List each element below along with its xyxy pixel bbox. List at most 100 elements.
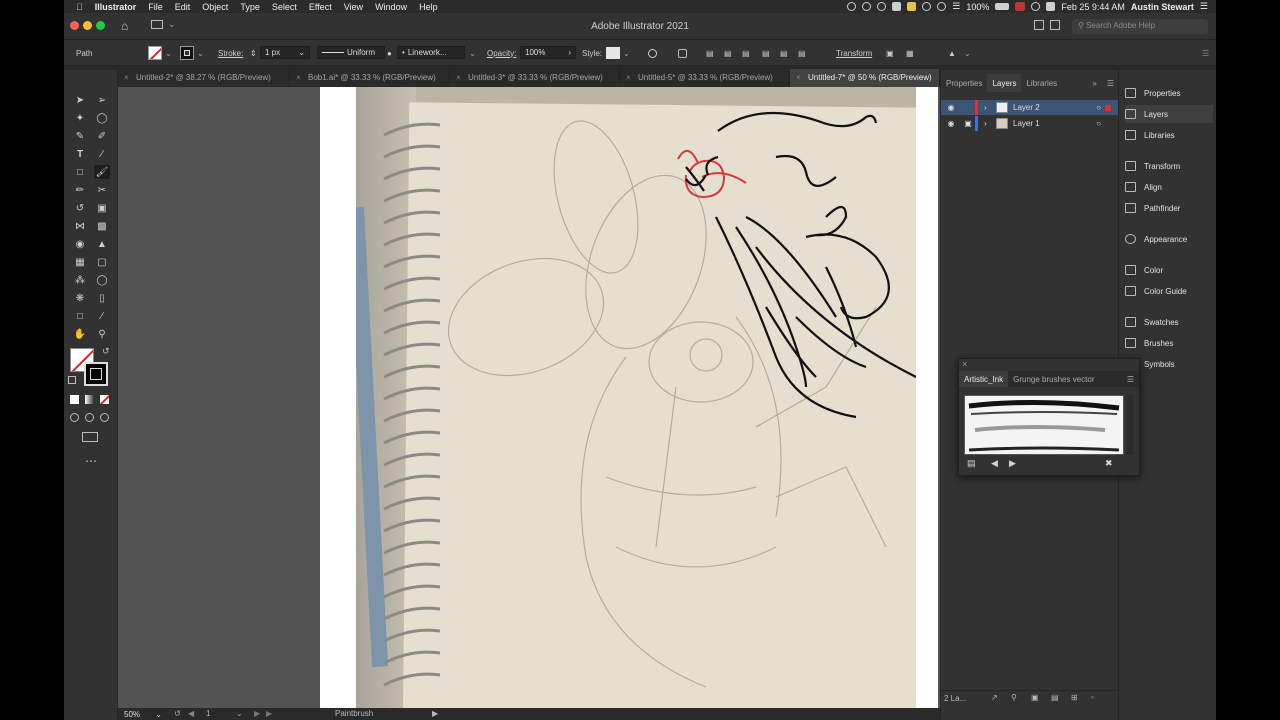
none-mode-icon[interactable]: [100, 395, 109, 404]
line-tool-icon[interactable]: ∕: [94, 147, 110, 161]
scale-tool-icon[interactable]: ▣: [94, 201, 110, 215]
last-artboard-icon[interactable]: ▶: [266, 709, 272, 718]
align-center-icon[interactable]: ▤: [724, 46, 732, 60]
chevron-down-icon[interactable]: ⌄: [165, 49, 172, 58]
next-library-icon[interactable]: ▶: [1009, 458, 1016, 469]
canvas-area[interactable]: [118, 87, 940, 708]
dock-appearance[interactable]: Appearance: [1125, 230, 1213, 248]
stroke-stepper-icon[interactable]: ⇕: [250, 46, 257, 60]
bluetooth-icon[interactable]: [937, 2, 947, 11]
tab-grunge-brushes[interactable]: Grunge brushes vector: [1008, 371, 1099, 387]
search-adobe-help-input[interactable]: ⚲ Search Adobe Help: [1072, 19, 1208, 34]
brush-libraries-menu-icon[interactable]: ▤: [967, 458, 976, 469]
trash-icon[interactable]: ▫: [1091, 693, 1094, 702]
expand-chevron-icon[interactable]: ›: [984, 103, 996, 112]
tab-untitled-7[interactable]: × Untitled-7* @ 50 % (RGB/Preview): [790, 69, 940, 87]
scissors-tool-icon[interactable]: ✂: [94, 183, 110, 197]
layer-name[interactable]: Layer 1: [1013, 119, 1040, 128]
tab-libraries[interactable]: Libraries: [1021, 74, 1062, 92]
dock-color[interactable]: Color: [1125, 261, 1213, 279]
dropbox-icon[interactable]: [862, 2, 872, 11]
export-icon[interactable]: ↗: [991, 693, 998, 702]
live-paint-tool-icon[interactable]: ▲: [94, 237, 110, 251]
swap-fill-stroke-icon[interactable]: ↺: [102, 346, 110, 357]
clock[interactable]: Feb 25 9:44 AM: [1061, 2, 1125, 12]
style-swatch[interactable]: ⌄: [606, 46, 630, 60]
layer-row-2[interactable]: ◉ › Layer 2 ○: [941, 100, 1119, 115]
tab-untitled-3[interactable]: × Untitled-3* @ 33.33 % (RGB/Preview): [450, 69, 620, 87]
tab-bob1[interactable]: × Bob1.ai* @ 33.33 % (RGB/Preview): [290, 69, 450, 87]
panel-menu-icon[interactable]: ☰: [1102, 74, 1119, 92]
menu-file[interactable]: File: [142, 2, 169, 12]
menu-edit[interactable]: Edit: [169, 2, 197, 12]
menu-effect[interactable]: Effect: [303, 2, 338, 12]
mesh-tool-icon[interactable]: ▦: [72, 255, 88, 269]
chevron-down-icon[interactable]: ⌄: [623, 49, 630, 58]
align-left-icon[interactable]: ▤: [706, 46, 714, 60]
width-tool-icon[interactable]: ⋈: [72, 219, 88, 233]
menu-type[interactable]: Type: [234, 2, 266, 12]
menu-extra-icon[interactable]: ☰: [1200, 1, 1208, 12]
visibility-eye-icon[interactable]: ◉: [941, 119, 961, 128]
dock-layers[interactable]: Layers: [1125, 105, 1213, 123]
menu-app-name[interactable]: Illustrator: [89, 2, 143, 12]
more-tools-icon[interactable]: ⋯: [85, 454, 97, 468]
next-artboard-icon[interactable]: ▶: [254, 709, 260, 718]
chevron-down-icon[interactable]: ⌄: [964, 46, 971, 60]
spotlight-icon[interactable]: [1031, 2, 1041, 11]
notes-icon[interactable]: [907, 2, 917, 11]
fill-swatch[interactable]: ⌄: [148, 46, 172, 60]
first-artboard-icon[interactable]: ◀: [188, 709, 194, 718]
graph-tool-icon[interactable]: ▯: [94, 291, 110, 305]
stroke-color-swatch[interactable]: [84, 362, 108, 386]
brush-list-scrollbar[interactable]: [1127, 395, 1133, 455]
selection-indicator[interactable]: [1105, 104, 1111, 111]
rotate-tool-icon[interactable]: ↺: [72, 201, 88, 215]
close-icon[interactable]: ×: [296, 73, 301, 82]
pen-tool-icon[interactable]: ✎: [72, 129, 88, 143]
opacity-label[interactable]: Opacity:: [487, 46, 516, 60]
align-middle-icon[interactable]: ▤: [780, 46, 788, 60]
direct-selection-tool-icon[interactable]: ➢: [94, 93, 110, 107]
shaper-tool-icon[interactable]: ✏: [72, 183, 88, 197]
default-colors-icon[interactable]: [68, 376, 76, 384]
menu-object[interactable]: Object: [196, 2, 234, 12]
curvature-tool-icon[interactable]: ✐: [94, 129, 110, 143]
control-center-icon[interactable]: [1046, 2, 1056, 11]
gradient-tool-icon[interactable]: ▢: [94, 255, 110, 269]
align-to-icon[interactable]: [678, 46, 687, 60]
isolate-icon[interactable]: ▣: [886, 46, 894, 60]
target-circle-icon[interactable]: ○: [1096, 103, 1101, 112]
creative-cloud-icon[interactable]: [877, 2, 887, 11]
align-bottom-icon[interactable]: ▤: [798, 46, 806, 60]
shape-builder-tool-icon[interactable]: ◉: [72, 237, 88, 251]
chevron-right-icon[interactable]: ▶: [432, 709, 438, 718]
eyedropper-tool-icon[interactable]: ⁂: [72, 273, 88, 287]
workspace-icon[interactable]: [1034, 20, 1044, 30]
chevron-down-icon[interactable]: ⌄: [236, 709, 243, 718]
artboard-number[interactable]: 1: [206, 709, 210, 718]
time-machine-icon[interactable]: [922, 2, 932, 11]
status-icon[interactable]: [847, 2, 857, 11]
status-icon[interactable]: [892, 2, 902, 11]
align-top-icon[interactable]: ▤: [762, 46, 770, 60]
lock-icon[interactable]: ▣: [961, 119, 975, 128]
close-icon[interactable]: ×: [124, 73, 129, 82]
panel-menu-icon[interactable]: ☰: [1202, 46, 1209, 60]
rotate-view-icon[interactable]: ↺: [174, 709, 181, 718]
transform-link[interactable]: Transform: [836, 46, 872, 60]
battery-percent[interactable]: 100%: [966, 2, 989, 12]
new-sublayer-icon[interactable]: ▤: [1051, 693, 1059, 702]
panel-menu-icon[interactable]: ☰: [1122, 371, 1139, 387]
previous-library-icon[interactable]: ◀: [991, 458, 998, 469]
menu-select[interactable]: Select: [266, 2, 303, 12]
artboard-tool-icon[interactable]: □: [72, 309, 88, 323]
tab-artistic-ink[interactable]: Artistic_Ink: [959, 371, 1009, 387]
brush-list[interactable]: [964, 395, 1124, 455]
clipping-mask-icon[interactable]: ▣: [1031, 693, 1039, 702]
tab-layers[interactable]: Layers: [987, 74, 1022, 92]
blend-tool-icon[interactable]: ◯: [94, 273, 110, 287]
type-tool-icon[interactable]: T: [72, 147, 88, 161]
collapse-icon[interactable]: »: [1087, 74, 1101, 92]
magic-wand-tool-icon[interactable]: ✦: [72, 111, 88, 125]
